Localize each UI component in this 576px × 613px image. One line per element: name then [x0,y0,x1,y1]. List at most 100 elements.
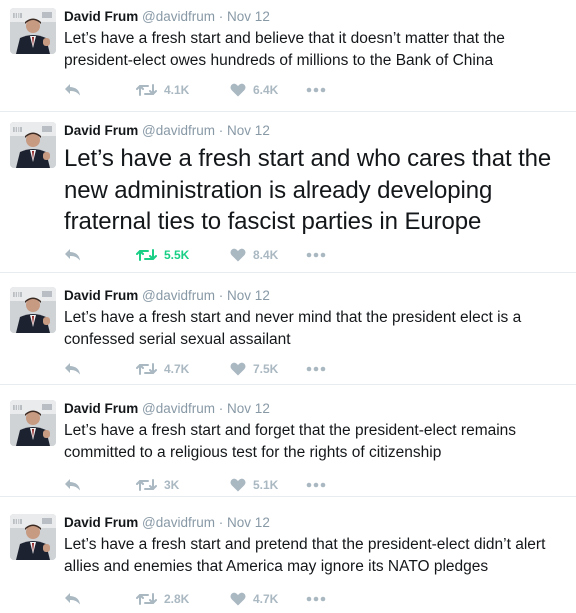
tweet[interactable]: ||| ||| David Frum @davidfrum · Nov 12 L… [0,112,576,273]
author-name[interactable]: David Frum [64,9,138,24]
timestamp[interactable]: Nov 12 [227,401,270,416]
tweet-header: David Frum @davidfrum · Nov 12 [64,8,270,26]
retweet-button[interactable]: 5.5K [136,245,189,265]
heart-icon [230,592,246,606]
more-dots-icon [306,87,326,93]
separator: · [218,123,224,138]
tweet-actions: 3K 5.1K [64,475,364,495]
reply-button[interactable] [64,245,81,265]
author-name[interactable]: David Frum [64,123,138,138]
tweet-text: Let’s have a fresh start and forget that… [64,422,517,461]
like-button[interactable]: 8.4K [230,245,278,265]
retweet-icon [136,592,157,606]
avatar[interactable]: ||| ||| [10,8,56,54]
more-dots-icon [306,252,326,258]
timestamp[interactable]: Nov 12 [227,515,270,530]
retweet-button[interactable]: 2.8K [136,589,189,609]
more-dots-icon [306,366,326,372]
retweet-icon [136,478,157,492]
more-button[interactable] [306,245,326,265]
retweet-count: 3K [164,478,180,492]
like-button[interactable]: 7.5K [230,359,278,379]
heart-icon [230,362,246,376]
tweet-header: David Frum @davidfrum · Nov 12 [64,400,270,418]
separator: · [218,288,224,303]
timestamp[interactable]: Nov 12 [227,9,270,24]
more-button[interactable] [306,80,326,100]
reply-icon [64,592,81,606]
tweet-actions: 4.7K 7.5K [64,359,364,379]
like-count: 6.4K [253,83,279,97]
tweet[interactable]: ||| ||| David Frum @davidfrum · Nov 12 L… [0,497,576,613]
author-name[interactable]: David Frum [64,288,138,303]
heart-icon [230,478,246,492]
svg-text:||| |||: ||| ||| [13,292,22,298]
svg-text:||| |||: ||| ||| [13,519,22,525]
reply-button[interactable] [64,359,81,379]
timestamp[interactable]: Nov 12 [227,288,270,303]
tweet-text: Let’s have a fresh start and who cares t… [64,145,552,235]
avatar[interactable]: ||| ||| [10,287,56,333]
timestamp[interactable]: Nov 12 [227,123,270,138]
avatar[interactable]: ||| ||| [10,122,56,168]
more-button[interactable] [306,359,326,379]
retweet-count: 4.1K [164,83,190,97]
like-button[interactable]: 4.7K [230,589,278,609]
like-button[interactable]: 5.1K [230,475,278,495]
author-handle[interactable]: @davidfrum [142,401,215,416]
retweet-button[interactable]: 3K [136,475,179,495]
reply-icon [64,362,81,376]
author-handle[interactable]: @davidfrum [142,515,215,530]
tweet-actions: 4.1K 6.4K [64,80,364,100]
author-handle[interactable]: @davidfrum [142,288,215,303]
reply-icon [64,478,81,492]
reply-button[interactable] [64,80,81,100]
like-count: 5.1K [253,478,279,492]
separator: · [218,401,224,416]
svg-text:||| |||: ||| ||| [13,127,22,133]
tweet-header: David Frum @davidfrum · Nov 12 [64,287,270,305]
svg-text:||| |||: ||| ||| [13,405,22,411]
tweet-text: Let’s have a fresh start and pretend tha… [64,536,546,575]
more-button[interactable] [306,589,326,609]
retweet-icon [136,248,157,262]
more-button[interactable] [306,475,326,495]
heart-icon [230,83,246,97]
like-count: 8.4K [253,248,279,262]
tweet-text: Let’s have a fresh start and never mind … [64,309,522,348]
reply-icon [64,83,81,97]
like-count: 4.7K [253,592,279,606]
tweet[interactable]: ||| ||| David Frum @davidfrum · Nov 12 L… [0,385,576,497]
retweet-count: 2.8K [164,592,190,606]
like-count: 7.5K [253,362,279,376]
tweet[interactable]: ||| ||| David Frum @davidfrum · Nov 12 L… [0,273,576,385]
reply-icon [64,248,81,262]
separator: · [218,515,224,530]
retweet-button[interactable]: 4.7K [136,359,189,379]
retweet-icon [136,83,157,97]
author-handle[interactable]: @davidfrum [142,9,215,24]
like-button[interactable]: 6.4K [230,80,278,100]
retweet-button[interactable]: 4.1K [136,80,189,100]
avatar[interactable]: ||| ||| [10,514,56,560]
tweet-actions: 5.5K 8.4K [64,245,364,265]
reply-button[interactable] [64,475,81,495]
author-name[interactable]: David Frum [64,401,138,416]
heart-icon [230,248,246,262]
avatar[interactable]: ||| ||| [10,400,56,446]
reply-button[interactable] [64,589,81,609]
author-handle[interactable]: @davidfrum [142,123,215,138]
separator: · [218,9,224,24]
tweet-header: David Frum @davidfrum · Nov 12 [64,122,270,140]
tweet-header: David Frum @davidfrum · Nov 12 [64,514,270,532]
tweet[interactable]: ||| ||| David Frum @davidfrum · Nov 12 L… [0,0,576,112]
tweet-text: Let’s have a fresh start and believe tha… [64,30,505,69]
retweet-count: 5.5K [164,248,190,262]
svg-text:||| |||: ||| ||| [13,13,22,19]
more-dots-icon [306,596,326,602]
retweet-icon [136,362,157,376]
retweet-count: 4.7K [164,362,190,376]
author-name[interactable]: David Frum [64,515,138,530]
tweet-actions: 2.8K 4.7K [64,589,364,609]
more-dots-icon [306,482,326,488]
